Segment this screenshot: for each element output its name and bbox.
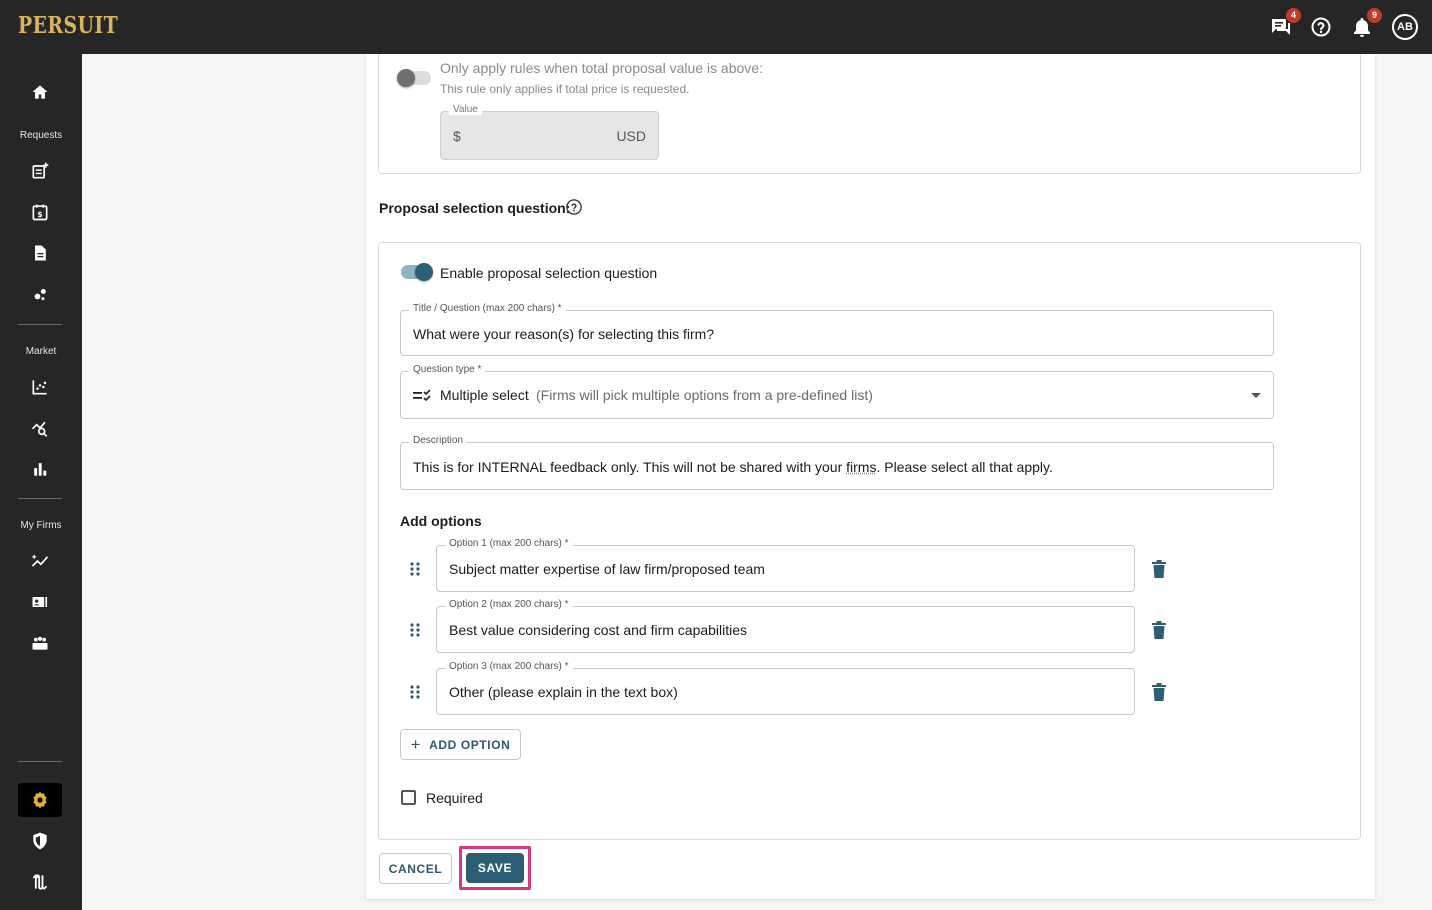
- firm-performance-icon[interactable]: [29, 550, 51, 572]
- settings-gear-icon[interactable]: [29, 789, 51, 811]
- required-checkbox[interactable]: [401, 790, 416, 805]
- home-icon[interactable]: [29, 81, 51, 103]
- option-3-value: Other (please explain in the text box): [449, 684, 678, 700]
- notifications-icon[interactable]: 9: [1350, 8, 1382, 39]
- cancel-button[interactable]: CANCEL: [379, 853, 452, 884]
- enable-question-toggle-thumb[interactable]: [415, 263, 433, 281]
- threshold-value-field: Value $ USD: [440, 104, 659, 160]
- user-avatar[interactable]: AB: [1392, 14, 1418, 40]
- dropdown-arrow-icon: [1251, 393, 1261, 398]
- security-shield-icon[interactable]: [29, 830, 51, 852]
- sidebar: Requests $ Market My Firms: [0, 54, 82, 910]
- delete-option-3-trash-icon[interactable]: [1151, 683, 1167, 701]
- add-option-label: ADD OPTION: [429, 737, 511, 752]
- svg-text:$: $: [37, 210, 42, 219]
- help-circle-icon[interactable]: [565, 198, 583, 216]
- messages-icon[interactable]: 4: [1269, 8, 1301, 39]
- option-1-value: Subject matter expertise of law firm/pro…: [449, 561, 765, 577]
- question-title-label: Title / Question (max 200 chars) *: [409, 303, 566, 314]
- teams-icon[interactable]: [29, 632, 51, 654]
- save-button[interactable]: SAVE: [466, 853, 524, 883]
- firm-directory-icon[interactable]: [29, 591, 51, 613]
- help-icon[interactable]: [1309, 15, 1333, 39]
- required-label: Required: [426, 790, 483, 806]
- description-text-start: This is for INTERNAL feedback only. This…: [413, 459, 847, 475]
- sidebar-section-my-firms: My Firms: [20, 520, 62, 531]
- add-options-heading: Add options: [400, 513, 482, 529]
- sidebar-divider: [18, 761, 62, 762]
- persuit-logo[interactable]: PERSUIT: [18, 12, 118, 39]
- top-bar: PERSUIT 4 9 AB: [0, 0, 1432, 54]
- threshold-value-label: Value: [449, 104, 482, 115]
- option-1-label: Option 1 (max 200 chars) *: [445, 538, 573, 549]
- market-insights-icon[interactable]: [29, 417, 51, 439]
- enable-question-label: Enable proposal selection question: [440, 265, 658, 281]
- description-field[interactable]: Description This is for INTERNAL feedbac…: [400, 435, 1274, 490]
- drag-handle-icon[interactable]: [409, 561, 421, 577]
- question-type-select[interactable]: Question type * Multiple select (Firms w…: [400, 364, 1274, 419]
- option-2-label: Option 2 (max 200 chars) *: [445, 599, 573, 610]
- option-2-value: Best value considering cost and firm cap…: [449, 622, 748, 638]
- scatter-chart-icon[interactable]: [29, 376, 51, 398]
- notifications-badge: 9: [1367, 8, 1382, 23]
- proposal-selection-heading: Proposal selection question:: [379, 200, 571, 216]
- question-type-label: Question type *: [409, 364, 486, 375]
- question-title-field[interactable]: Title / Question (max 200 chars) * What …: [400, 303, 1274, 356]
- delete-option-2-trash-icon[interactable]: [1151, 621, 1167, 639]
- drag-handle-icon[interactable]: [409, 622, 421, 638]
- description-label: Description: [409, 435, 468, 446]
- question-title-value: What were your reason(s) for selecting t…: [413, 326, 715, 342]
- multiple-select-icon: [413, 389, 433, 403]
- description-text-end: . Please select all that apply.: [876, 459, 1053, 475]
- bubbles-icon[interactable]: [29, 283, 51, 305]
- new-request-icon[interactable]: [29, 160, 51, 182]
- add-option-button[interactable]: + ADD OPTION: [400, 729, 521, 760]
- currency-symbol: $: [453, 128, 461, 144]
- option-2-field[interactable]: Option 2 (max 200 chars) * Best value co…: [436, 599, 1135, 653]
- description-value: This is for INTERNAL feedback only. This…: [413, 459, 1053, 475]
- question-type-hint: (Firms will pick multiple options from a…: [536, 387, 873, 403]
- pricing-calendar-icon[interactable]: $: [29, 201, 51, 223]
- option-3-field[interactable]: Option 3 (max 200 chars) * Other (please…: [436, 661, 1135, 715]
- sidebar-section-market: Market: [25, 346, 57, 357]
- messages-badge: 4: [1286, 8, 1301, 23]
- sidebar-divider: [18, 324, 62, 325]
- threshold-hint: This rule only applies if total price is…: [440, 82, 690, 96]
- bar-chart-icon[interactable]: [29, 458, 51, 480]
- integrations-icon[interactable]: [29, 871, 51, 893]
- plus-icon: +: [410, 735, 422, 754]
- delete-option-1-trash-icon[interactable]: [1151, 560, 1167, 578]
- document-icon[interactable]: [29, 242, 51, 264]
- sidebar-section-requests: Requests: [19, 130, 63, 141]
- description-text-firms: firms: [846, 459, 877, 475]
- option-3-label: Option 3 (max 200 chars) *: [445, 661, 573, 672]
- option-1-field[interactable]: Option 1 (max 200 chars) * Subject matte…: [436, 538, 1135, 592]
- threshold-label: Only apply rules when total proposal val…: [440, 60, 763, 76]
- threshold-toggle-thumb[interactable]: [397, 69, 415, 87]
- sidebar-divider: [18, 498, 62, 499]
- drag-handle-icon[interactable]: [409, 684, 421, 700]
- question-type-value: Multiple select: [440, 387, 529, 403]
- currency-code: USD: [616, 128, 646, 144]
